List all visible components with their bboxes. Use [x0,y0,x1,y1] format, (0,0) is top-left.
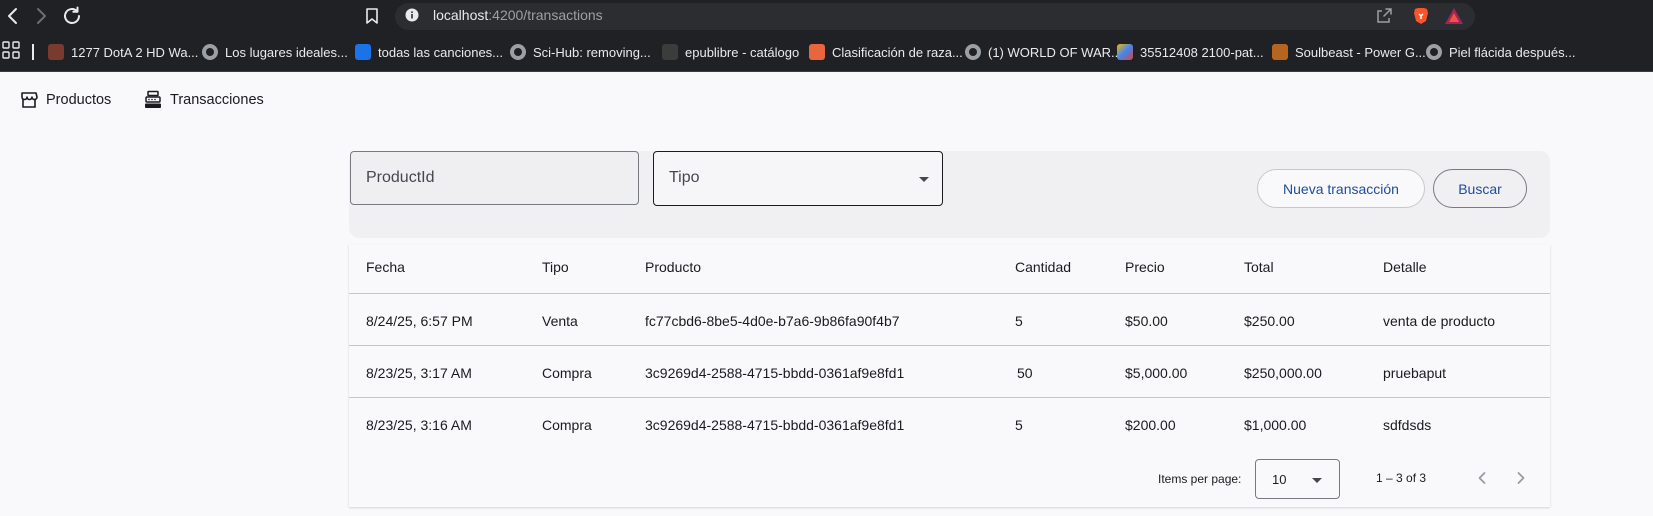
bookmark-item[interactable]: epublibre - catálogo [662,42,799,62]
product-id-input[interactable] [351,152,638,204]
cell-fecha: 8/24/25, 6:57 PM [366,313,473,329]
multicolor-favicon-icon [1117,44,1133,60]
row-divider [349,397,1550,398]
gw2-favicon-icon [1272,44,1288,60]
tipo-select-label: Tipo [669,169,700,186]
storefront-icon [21,92,38,108]
bookmark-item[interactable]: Los lugares ideales... [202,42,348,62]
cell-producto: fc77cbd6-8be5-4d0e-b7a6-9b86fa90f4b7 [645,313,900,329]
dropdown-arrow-icon [919,177,929,182]
globe-favicon-icon [510,44,526,60]
brave-shields-icon[interactable] [1411,6,1431,26]
bookmark-item[interactable]: Clasificación de raza... [809,42,963,62]
cell-producto: 3c9269d4-2588-4715-bbdd-0361af9e8fd1 [645,417,905,433]
column-header-detalle[interactable]: Detalle [1383,259,1427,275]
bookmark-label: todas las canciones... [378,44,504,60]
column-header-tipo[interactable]: Tipo [542,259,569,275]
cell-precio: $200.00 [1125,417,1176,433]
orange-favicon-icon [809,44,825,60]
cell-total: $1,000.00 [1244,417,1307,433]
column-header-cantidad[interactable]: Cantidad [1015,259,1071,275]
nav-productos-label: Productos [46,92,112,108]
search-button[interactable]: Buscar [1433,169,1527,208]
column-header-precio[interactable]: Precio [1125,259,1165,275]
column-header-fecha[interactable]: Fecha [366,259,405,275]
column-header-total[interactable]: Total [1244,259,1274,275]
cell-detalle: pruebaput [1383,365,1447,381]
cell-tipo: Venta [542,313,578,329]
cell-cantidad: 5 [1015,417,1023,433]
back-icon[interactable] [1,4,25,28]
url-host: localhost [433,7,489,23]
page-range-label: 1 – 3 of 3 [1376,471,1427,485]
bookmark-label: Los lugares ideales... [225,44,348,60]
cell-fecha: 8/23/25, 3:16 AM [366,417,472,433]
cell-precio: $50.00 [1125,313,1168,329]
tt-favicon-icon [355,44,371,60]
cell-cantidad: 50 [1017,365,1033,381]
next-page-button[interactable] [1510,467,1532,489]
site-info-icon[interactable] [405,8,419,22]
bookmarks-separator [32,44,34,60]
cell-total: $250.00 [1244,313,1295,329]
cell-cantidad: 5 [1015,313,1023,329]
bookmark-item[interactable]: Sci-Hub: removing... [510,42,651,62]
url-text: localhost:4200/transactions [433,7,603,23]
bookmark-label: Clasificación de raza... [832,44,963,60]
reload-icon[interactable] [60,4,84,28]
nav-transacciones-label: Transacciones [170,92,264,108]
header-divider [349,293,1550,294]
bookmark-item[interactable]: Piel flácida después... [1426,42,1575,62]
globe-favicon-icon [202,44,218,60]
globe-favicon-icon [965,44,981,60]
bookmark-label: Sci-Hub: removing... [533,44,651,60]
column-header-producto[interactable]: Producto [645,259,701,275]
apps-grid-icon[interactable] [2,41,20,59]
bookmarks-bar: 1277 DotA 2 HD Wa... Los lugares ideales… [0,33,1653,72]
bookmark-item[interactable]: Soulbeast - Power G... [1272,42,1426,62]
cell-tipo: Compra [542,417,592,433]
share-icon[interactable] [1375,7,1393,25]
cell-detalle: sdfdsds [1383,417,1432,433]
globe-favicon-icon [1426,44,1442,60]
bookmark-page-icon[interactable] [362,6,382,26]
bookmark-label: epublibre - catálogo [685,44,800,60]
cell-precio: $5,000.00 [1125,365,1188,381]
url-path: :4200/transactions [488,7,603,23]
bookmark-label: 35512408 2100-pat... [1140,44,1264,60]
cell-detalle: venta de producto [1383,313,1496,329]
transactions-table [349,244,1550,507]
bookmark-item[interactable]: (1) WORLD OF WAR... [965,42,1122,62]
previous-page-button[interactable] [1471,467,1493,489]
page-size-value: 10 [1272,472,1287,487]
chevron-right-icon [1517,472,1525,484]
page-size-select[interactable]: 10 [1255,459,1340,499]
brave-rewards-icon[interactable] [1444,7,1464,25]
cell-fecha: 8/23/25, 3:17 AM [366,365,472,381]
nav-transacciones[interactable]: Transacciones [143,89,264,111]
items-per-page-label: Items per page: [1158,472,1242,486]
dropdown-arrow-icon [1312,478,1322,483]
cash-register-icon [145,90,161,108]
epublibre-favicon-icon [662,44,678,60]
cell-tipo: Compra [542,365,592,381]
product-id-field[interactable] [350,151,639,205]
bookmark-item[interactable]: 1277 DotA 2 HD Wa... [48,42,198,62]
forward-icon[interactable] [29,4,53,28]
bookmark-item[interactable]: 35512408 2100-pat... [1117,42,1264,62]
bookmark-label: 1277 DotA 2 HD Wa... [71,44,199,60]
nav-productos[interactable]: Productos [19,89,111,111]
new-transaction-button[interactable]: Nueva transacción [1257,169,1425,208]
cell-producto: 3c9269d4-2588-4715-bbdd-0361af9e8fd1 [645,365,905,381]
chevron-left-icon [1478,472,1486,484]
bookmark-item[interactable]: todas las canciones... [355,42,503,62]
bookmark-label: (1) WORLD OF WAR... [988,44,1122,60]
bookmark-label: Soulbeast - Power G... [1295,44,1426,60]
browser-toolbar: localhost:4200/transactions [0,0,1653,33]
bookmark-label: Piel flácida después... [1449,44,1576,60]
dota-favicon-icon [48,44,64,60]
row-divider [349,345,1550,346]
tipo-select[interactable]: Tipo [653,151,943,206]
cell-total: $250,000.00 [1244,365,1322,381]
